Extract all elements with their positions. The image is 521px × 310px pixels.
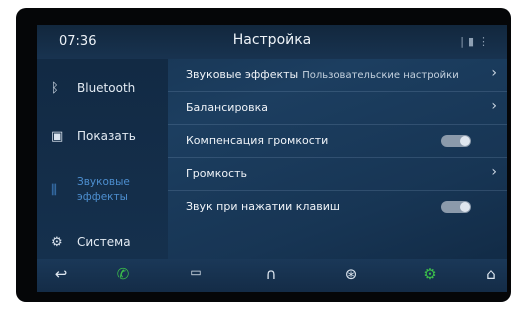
setting-label: Звуковые эффекты Пользовательские настрой… (186, 68, 459, 81)
chevron-right-icon: › (491, 98, 497, 114)
sidebar-item-label: Система (77, 235, 131, 249)
phone-icon[interactable]: ✆ (111, 265, 135, 287)
key-beep-toggle[interactable] (441, 201, 471, 213)
loudness-toggle[interactable] (441, 135, 471, 147)
settings-list: Звуковые эффекты Пользовательские настрой… (168, 59, 507, 259)
setting-volume[interactable]: Громкость › (168, 158, 507, 191)
headphones-icon[interactable]: ∩ (259, 265, 283, 287)
toggle-knob (460, 202, 470, 212)
setting-value: Пользовательские настройки (302, 70, 459, 81)
toggle-knob (460, 136, 470, 146)
menu-icon[interactable]: ⋮ (478, 35, 493, 48)
setting-label: Компенсация громкости (186, 134, 329, 147)
sidebar-item-label: Bluetooth (77, 81, 136, 95)
chevron-right-icon: › (491, 65, 497, 81)
gear-icon: ⚙ (51, 235, 63, 250)
setting-label: Громкость (186, 167, 248, 180)
setting-loudness: Компенсация громкости (168, 125, 507, 158)
equalizer-icon: ⫼ (51, 183, 57, 198)
home-icon[interactable]: ⌂ (479, 265, 503, 287)
status-icons: |▮⋮ (460, 35, 493, 48)
chevron-right-icon: › (491, 164, 497, 180)
bottom-dock: ↩ ✆ ▭ ∩ ⊛ ⚙ ⌂ (37, 259, 507, 292)
sidebar-item-display[interactable]: ▣ Показать (37, 117, 168, 163)
setting-key-beep: Звук при нажатии клавиш (168, 191, 507, 223)
screen: 07:36 Настройка |▮⋮ ᛒ Bluetooth ▣ Показа… (37, 25, 507, 292)
settings-icon[interactable]: ⚙ (418, 265, 442, 287)
setting-label: Звук при нажатии клавиш (186, 200, 340, 213)
radio-icon[interactable]: ▭ (184, 265, 208, 287)
signal-icon: ▮ (467, 35, 478, 48)
display-icon: ▣ (51, 129, 64, 144)
bluetooth-icon: ᛒ (51, 81, 59, 96)
sidebar-item-sound-effects[interactable]: ⫼ Звуковые эффекты (37, 165, 168, 221)
setting-sound-effects[interactable]: Звуковые эффекты Пользовательские настрой… (168, 59, 507, 92)
status-bar: 07:36 Настройка |▮⋮ (37, 25, 507, 59)
page-title: Настройка (232, 32, 312, 48)
setting-label: Балансировка (186, 101, 269, 114)
sidebar-item-bluetooth[interactable]: ᛒ Bluetooth (37, 67, 168, 113)
sidebar-item-label: Звуковые эффекты (77, 176, 130, 203)
setting-balance[interactable]: Балансировка › (168, 92, 507, 125)
setting-title: Звуковые эффекты (186, 68, 299, 81)
sidebar-item-label: Показать (77, 129, 136, 143)
divider-icon: | (460, 35, 468, 48)
steering-wheel-icon[interactable]: ⊛ (339, 265, 363, 287)
back-icon[interactable]: ↩ (49, 265, 73, 287)
sidebar: ᛒ Bluetooth ▣ Показать ⫼ Звуковые эффект… (37, 59, 168, 259)
